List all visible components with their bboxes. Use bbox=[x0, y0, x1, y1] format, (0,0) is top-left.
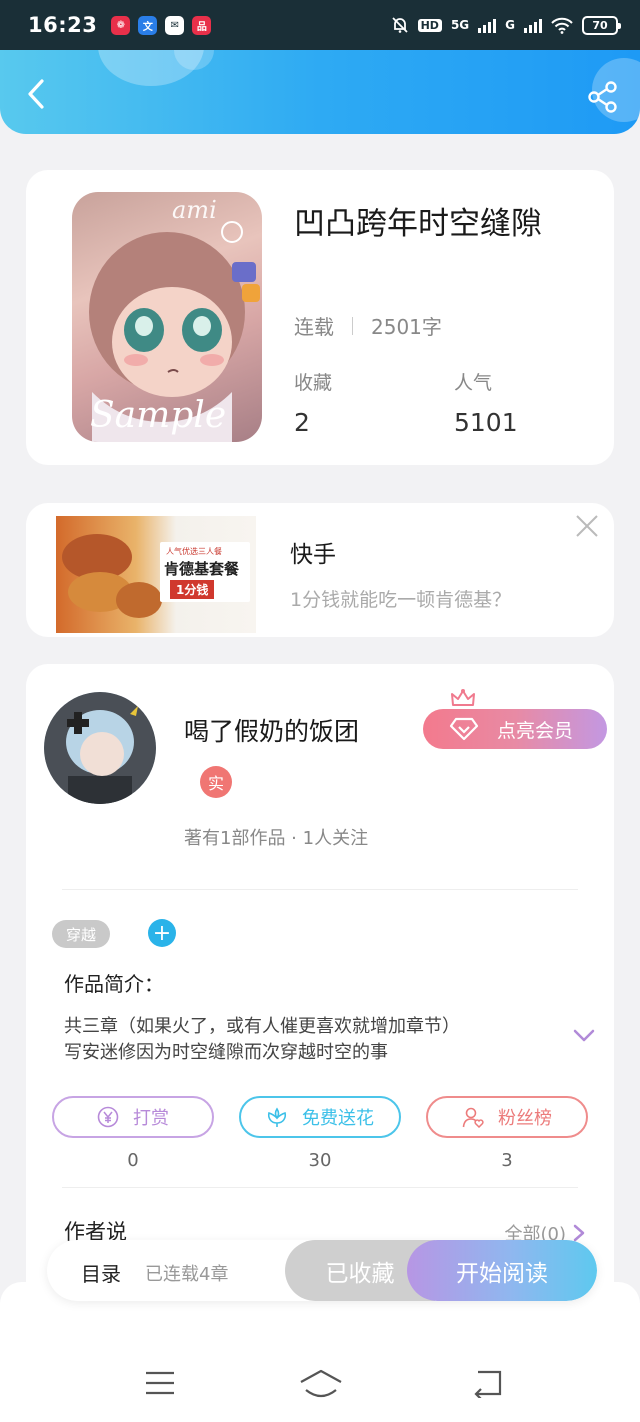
add-tag-button[interactable]: + bbox=[148, 919, 176, 947]
favorites-stat: 收藏 2 bbox=[294, 368, 332, 437]
status-bar: 16:23 ❁ 文 ✉ 品 HD 5G G 70 bbox=[0, 0, 640, 50]
top-header bbox=[0, 50, 640, 134]
menu-icon bbox=[146, 1371, 174, 1395]
intro-line: 共三章（如果火了，或有人催更喜欢就增加章节） bbox=[64, 1016, 460, 1037]
status-time: 16:23 bbox=[28, 13, 98, 37]
author-name[interactable]: 喝了假奶的饭团 bbox=[184, 712, 359, 748]
wifi-icon bbox=[551, 17, 573, 34]
ad-title: 快手 bbox=[290, 542, 336, 568]
avatar[interactable] bbox=[44, 692, 156, 804]
battery-icon: 70 bbox=[582, 15, 621, 35]
favorites-value: 2 bbox=[294, 408, 310, 437]
author-meta: 著有1部作品 · 1人关注 bbox=[184, 828, 369, 849]
signal-icon bbox=[478, 17, 497, 33]
book-word-count: 2501字 bbox=[371, 315, 442, 339]
flower-icon bbox=[267, 1107, 287, 1127]
ad-image-price: 1分钱 bbox=[170, 580, 215, 599]
ad-food-illustration bbox=[116, 582, 162, 618]
avatar-illustration bbox=[44, 692, 156, 804]
tip-count: 0 bbox=[127, 1150, 139, 1171]
fan-count: 3 bbox=[501, 1150, 513, 1171]
mute-bell-icon bbox=[391, 17, 408, 33]
ad-card[interactable]: 人气优选三人餐 肯德基套餐 1分钱 快手 1分钱就能吃一顿肯德基？ bbox=[26, 503, 614, 637]
yen-coin-icon bbox=[97, 1106, 119, 1128]
network-type-g: G bbox=[505, 18, 515, 32]
tip-button[interactable]: 打赏 bbox=[52, 1096, 214, 1138]
intro-line: 写安迷修因为时空缝隙而次穿越时空的事 bbox=[64, 1042, 388, 1063]
flower-count: 30 bbox=[308, 1150, 332, 1171]
fan-ranking-button[interactable]: 粉丝榜 bbox=[426, 1096, 588, 1138]
close-icon bbox=[576, 515, 598, 537]
hd-badge: HD bbox=[417, 18, 442, 32]
nav-menu-button[interactable] bbox=[142, 1368, 182, 1402]
share-button[interactable] bbox=[586, 80, 620, 114]
chevron-left-icon bbox=[28, 79, 44, 109]
ad-image[interactable]: 人气优选三人餐 肯德基套餐 1分钱 bbox=[56, 516, 256, 633]
favorites-label: 收藏 bbox=[294, 372, 333, 394]
book-cover[interactable]: ami Sample bbox=[72, 192, 262, 442]
book-status: 连载 bbox=[294, 315, 334, 339]
tag-chip[interactable]: 穿越 bbox=[52, 920, 111, 948]
send-flower-label: 免费送花 bbox=[302, 1108, 374, 1129]
fan-ranking-label: 粉丝榜 bbox=[498, 1108, 552, 1129]
red-gift-icon: ❁ bbox=[111, 15, 131, 35]
catalog-button[interactable]: 目录 bbox=[81, 1258, 121, 1287]
author-detail-card: 喝了假奶的饭团 实 著有1部作品 · 1人关注 点亮会员 穿越 + 作品简介： … bbox=[26, 664, 614, 1304]
bottom-action-bar: 目录 已连载4章 已收藏 开始阅读 bbox=[47, 1240, 597, 1301]
serial-chapter-count[interactable]: 已连载4章 bbox=[145, 1260, 228, 1286]
cover-text-top: ami bbox=[172, 196, 217, 224]
popularity-label: 人气 bbox=[454, 372, 493, 394]
shop-app-icon: 品 bbox=[192, 15, 212, 35]
popularity-value: 5101 bbox=[454, 408, 518, 437]
tip-label: 打赏 bbox=[133, 1108, 169, 1129]
ad-image-subtitle: 人气优选三人餐 bbox=[166, 547, 222, 556]
signal-icon-2 bbox=[524, 17, 542, 33]
divider bbox=[62, 1187, 578, 1188]
network-type-5g: 5G bbox=[450, 18, 470, 32]
ad-close-button[interactable] bbox=[572, 511, 602, 541]
back-button[interactable] bbox=[18, 76, 54, 112]
book-title: 凹凸跨年时空缝隙 bbox=[294, 206, 542, 242]
user-heart-icon bbox=[462, 1107, 484, 1128]
member-button-label: 点亮会员 bbox=[497, 719, 574, 742]
chevron-down-icon bbox=[573, 1029, 595, 1042]
send-flower-button[interactable]: 免费送花 bbox=[239, 1096, 401, 1138]
cover-watermark: Sample bbox=[90, 395, 227, 436]
popularity-stat: 人气 5101 bbox=[454, 368, 518, 437]
divider bbox=[352, 316, 353, 335]
ad-description: 1分钱就能吃一顿肯德基？ bbox=[290, 589, 512, 611]
diamond-icon bbox=[449, 717, 479, 741]
home-icon bbox=[300, 1369, 342, 1398]
translate-app-icon: 文 bbox=[138, 15, 158, 35]
nav-back-button[interactable] bbox=[470, 1368, 510, 1402]
nav-home-button[interactable] bbox=[298, 1368, 344, 1402]
book-status-row: 连载 2501字 bbox=[294, 311, 442, 340]
share-icon bbox=[588, 81, 617, 113]
light-up-member-button[interactable]: 点亮会员 bbox=[423, 709, 607, 749]
start-reading-button[interactable]: 开始阅读 bbox=[407, 1240, 597, 1301]
status-app-icons: ❁ 文 ✉ 品 bbox=[111, 15, 212, 35]
real-name-badge: 实 bbox=[200, 766, 232, 798]
expand-intro-button[interactable] bbox=[572, 1026, 596, 1046]
status-indicators: HD 5G G 70 bbox=[391, 15, 621, 35]
crown-icon bbox=[451, 689, 475, 706]
back-icon bbox=[474, 1370, 502, 1400]
mail-app-icon: ✉ bbox=[165, 15, 185, 35]
intro-text: 共三章（如果火了，或有人催更喜欢就增加章节） 写安迷修因为时空缝隙而次穿越时空的… bbox=[64, 1014, 544, 1066]
book-info-card: ami Sample 凹凸跨年时空缝隙 连载 2501字 收藏 2 人气 510… bbox=[26, 170, 614, 465]
ad-image-main: 肯德基套餐 bbox=[164, 560, 240, 578]
intro-title: 作品简介： bbox=[64, 972, 164, 996]
divider bbox=[62, 889, 578, 890]
